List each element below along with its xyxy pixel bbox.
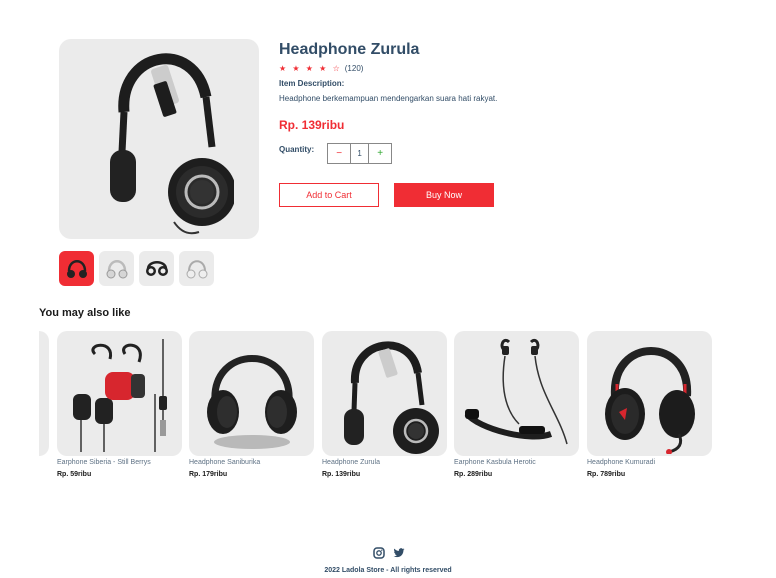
product-card[interactable]: Earphone Siberia - Still Berrys Rp. 59ri… (57, 331, 182, 478)
footer-social-icons (373, 547, 405, 559)
quantity-value: 1 (357, 149, 362, 158)
product-card-name: Headphone Saniburika (189, 459, 261, 466)
quantity-label: Quantity: (279, 145, 315, 154)
neckband-icon (464, 338, 568, 444)
product-card-price: Rp. 289ribu (454, 471, 493, 478)
headphone-icon (66, 259, 87, 278)
product-card-price: Rp. 59ribu (57, 471, 92, 478)
product-card-price: Rp. 179ribu (189, 471, 228, 478)
description-label: Item Description: (279, 79, 345, 88)
product-detail: Headphone Zurula ★ ★ ★ ★ ☆ (120) Item De… (279, 40, 579, 207)
earphone-icon (72, 338, 167, 452)
product-card[interactable]: Headphone Kumuradi Rp. 789ribu (587, 331, 712, 478)
thumbnail-headphone-black[interactable] (139, 251, 174, 286)
thumbnail-headphone-white[interactable] (99, 251, 134, 286)
related-section-title: You may also like (39, 307, 131, 319)
buy-now-button[interactable]: Buy Now (394, 183, 494, 207)
product-card-price: Rp. 789ribu (587, 471, 626, 478)
product-card[interactable]: Earphone Kasbula Herotic Rp. 289ribu (454, 331, 579, 478)
product-card-name: Headphone Zurula (322, 459, 380, 466)
twitter-icon[interactable] (393, 547, 405, 559)
related-products-carousel[interactable]: Earphone Siberia - Still Berrys Rp. 59ri… (39, 331, 739, 491)
product-title: Headphone Zurula (279, 41, 420, 58)
product-price: Rp. 139ribu (279, 118, 345, 132)
thumbnail-headphone-silver[interactable] (179, 251, 214, 286)
thumbnail-list (59, 251, 214, 286)
description-text: Headphone berkemampuan mendengarkan suar… (279, 94, 498, 103)
headphone-icon (145, 260, 168, 276)
quantity-row: Quantity: − 1 + (279, 143, 579, 164)
product-card-image (57, 331, 182, 456)
quantity-stepper: − 1 + (327, 143, 393, 164)
action-buttons: Add to Cart Buy Now (279, 183, 579, 207)
product-card-name: Earphone Siberia - Still Berrys (57, 459, 151, 466)
headphone-icon (206, 354, 297, 449)
product-card-image (322, 331, 447, 456)
increase-quantity-button[interactable]: + (368, 144, 391, 163)
partial-product-card[interactable] (39, 331, 49, 456)
headphone-icon (604, 346, 695, 454)
headphone-image (110, 52, 234, 234)
product-card-image (454, 331, 579, 456)
thumbnail-headphone-red[interactable] (59, 251, 94, 286)
headphone-icon (343, 340, 439, 454)
product-card-price: Rp. 139ribu (322, 471, 361, 478)
product-card-name: Earphone Kasbula Herotic (454, 459, 536, 466)
product-card-image (587, 331, 712, 456)
footer-copyright: 2022 Ladola Store - All rights reserved (324, 567, 452, 574)
product-card-image (189, 331, 314, 456)
decrease-quantity-button[interactable]: − (328, 144, 352, 163)
product-card-name: Headphone Kumuradi (587, 459, 656, 466)
product-rating: ★ ★ ★ ★ ☆ (120) (279, 64, 579, 73)
product-card[interactable]: Headphone Saniburika Rp. 179ribu (189, 331, 314, 478)
rating-count: (120) (344, 64, 364, 73)
star-rating-icon: ★ ★ ★ ★ ☆ (279, 64, 342, 73)
headphone-icon (106, 259, 127, 278)
instagram-icon[interactable] (373, 547, 385, 559)
product-card[interactable]: Headphone Zurula Rp. 139ribu (322, 331, 447, 478)
product-main-image (59, 39, 259, 239)
add-to-cart-button[interactable]: Add to Cart (279, 183, 379, 207)
headphone-icon (186, 259, 207, 278)
